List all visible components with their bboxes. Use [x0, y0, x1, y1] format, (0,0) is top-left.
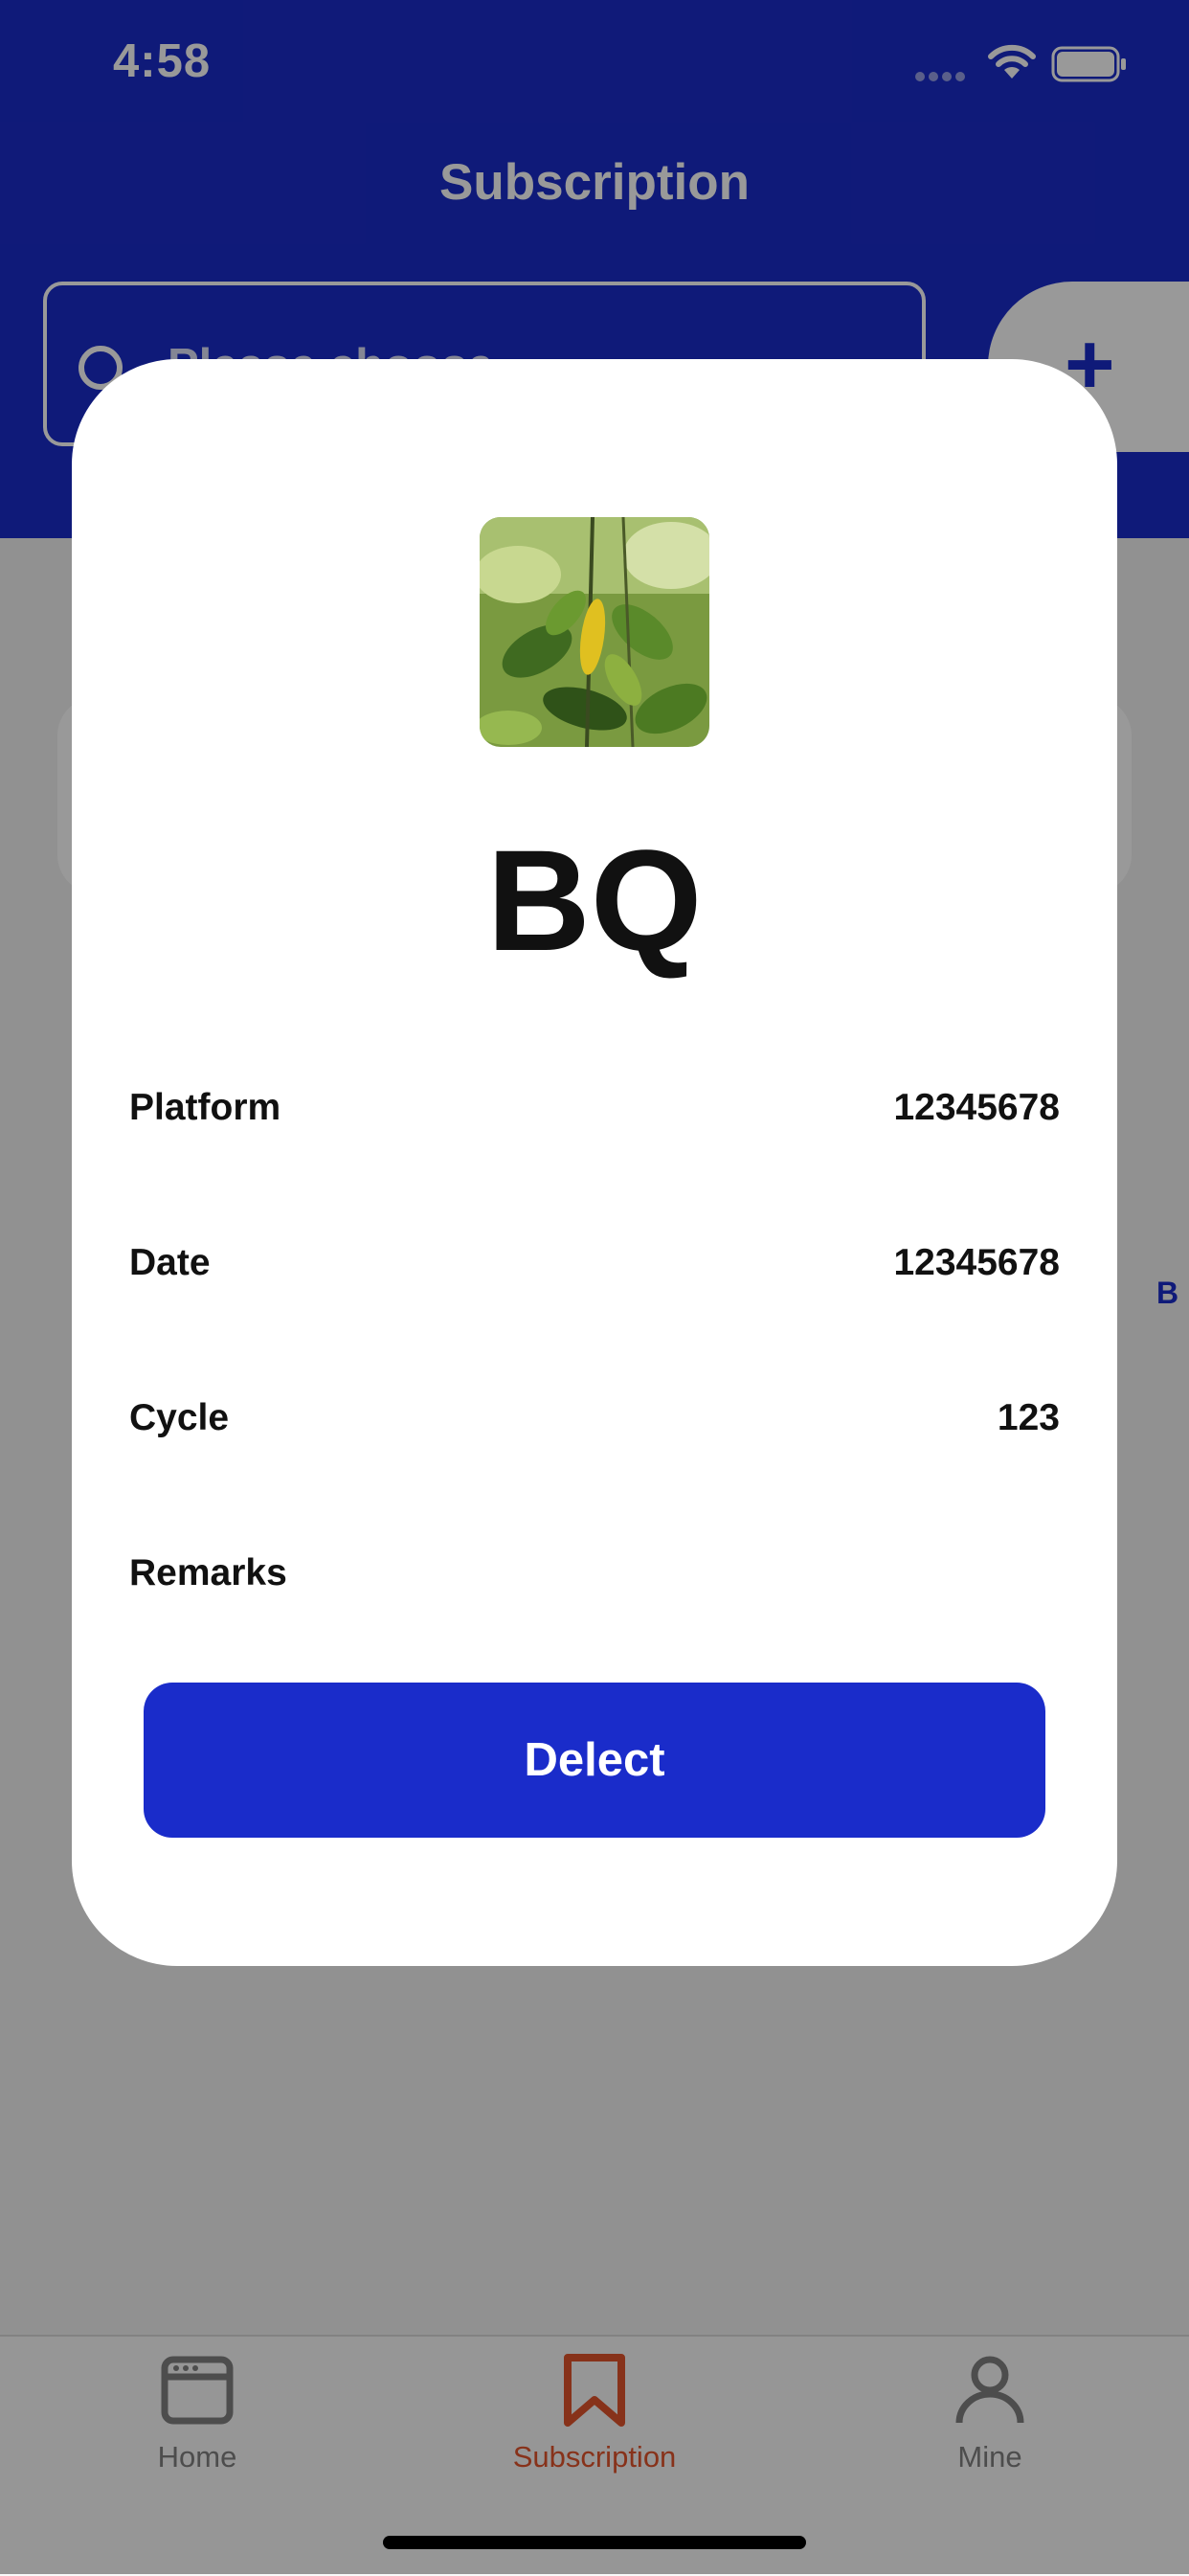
subscription-image — [480, 517, 709, 747]
delete-button[interactable]: Delect — [144, 1683, 1045, 1838]
detail-value: 12345678 — [893, 1087, 1060, 1128]
detail-row-date: Date 12345678 — [129, 1242, 1060, 1299]
detail-label: Platform — [129, 1087, 281, 1128]
subscription-name: BQ — [486, 820, 703, 981]
detail-label: Cycle — [129, 1397, 230, 1438]
detail-value: 123 — [997, 1397, 1060, 1438]
detail-row-cycle: Cycle 123 — [129, 1397, 1060, 1455]
detail-row-remarks: Remarks — [129, 1552, 1060, 1610]
home-indicator[interactable] — [383, 2536, 806, 2549]
subscription-detail-modal: BQ Platform 12345678 Date 12345678 Cycle… — [72, 359, 1117, 1966]
detail-row-platform: Platform 12345678 — [129, 1087, 1060, 1144]
detail-label: Remarks — [129, 1552, 287, 1593]
detail-label: Date — [129, 1242, 211, 1283]
detail-value: 12345678 — [893, 1242, 1060, 1283]
